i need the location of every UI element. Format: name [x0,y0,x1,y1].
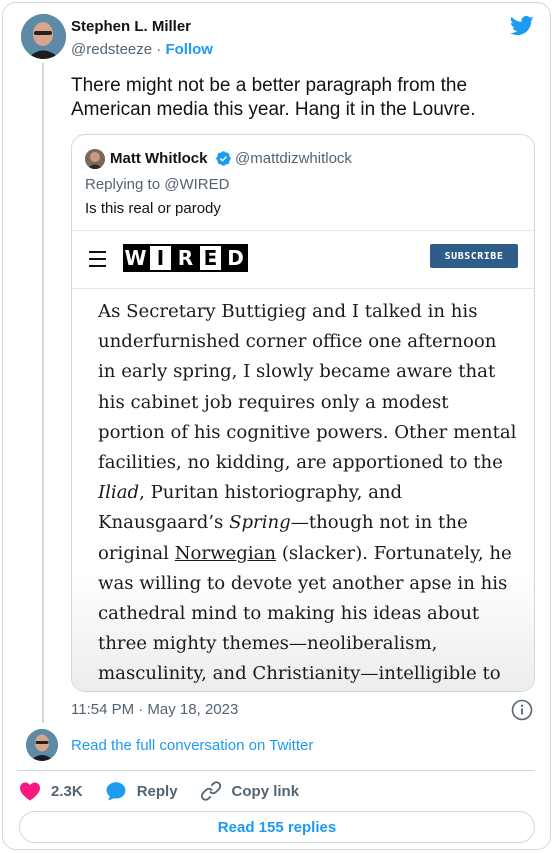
like-button[interactable]: 2.3K [19,781,83,801]
reply-label: Reply [136,782,178,800]
quoted-author-avatar[interactable] [85,149,105,169]
copy-link-label: Copy link [231,782,300,800]
copy-link-button[interactable]: Copy link [200,780,300,802]
tweet-text: There might not be a better paragraph fr… [71,75,476,120]
separator-dot: · [156,41,162,58]
thread-line [42,63,44,723]
wired-logo-letter: E [198,244,223,272]
article-italic-iliad: Iliad [98,482,140,504]
article-italic-spring: Spring [229,512,291,534]
wired-logo-letter: W [123,244,148,272]
tweet-timestamp[interactable]: 11:54 PM · May 18, 2023 [71,701,238,718]
verified-badge-icon [215,150,232,172]
author-handle-row: @redsteeze · Follow [71,41,213,58]
twitter-bird-icon[interactable] [509,16,534,41]
article-screenshot: As Secretary Buttigieg and I talked in h… [72,289,534,691]
like-count: 2.3K [51,782,83,800]
wired-logo-letter: D [223,244,248,272]
reply-button[interactable]: Reply [105,780,178,802]
article-paragraph: As Secretary Buttigieg and I talked in h… [98,297,518,691]
read-conversation-link[interactable]: Read the full conversation on Twitter [71,737,313,754]
article-text-part: (slacker). Fortunately, he was willing t… [98,542,512,685]
author-avatar-small[interactable] [26,729,58,761]
quoted-tweet-text: Is this real or parody [85,200,221,217]
quoted-author-name[interactable]: Matt Whitlock [110,150,208,167]
author-handle[interactable]: @redsteeze [71,41,152,58]
info-icon[interactable] [511,699,533,726]
author-name[interactable]: Stephen L. Miller [71,18,191,35]
quoted-tweet[interactable]: Matt Whitlock @mattdizwhitlock Replying … [71,134,535,692]
replying-to[interactable]: Replying to @WIRED [85,176,229,193]
link-icon [200,781,221,801]
wired-screenshot-header: W I R E D SUBSCRIBE [72,231,534,289]
read-replies-button[interactable]: Read 155 replies [19,811,535,843]
hamburger-icon [89,251,106,272]
divider [17,770,535,771]
wired-logo-letter: I [148,244,173,272]
quoted-author-handle[interactable]: @mattdizwhitlock [235,150,352,167]
follow-button[interactable]: Follow [165,41,213,58]
wired-logo-letter: R [173,244,198,272]
action-bar: 2.3K Reply Copy link [19,778,321,804]
article-text-part: As Secretary Buttigieg and I talked in h… [98,301,517,474]
article-link-norwegian: Norwegian [174,542,277,564]
subscribe-badge: SUBSCRIBE [430,244,518,268]
reply-bubble-icon [106,782,126,801]
author-avatar[interactable] [21,14,66,59]
wired-logo: W I R E D [123,244,248,272]
heart-icon [20,782,40,801]
